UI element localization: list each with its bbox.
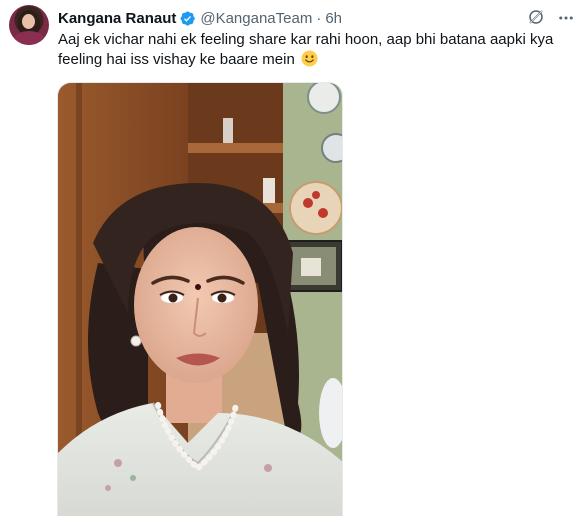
grok-icon[interactable] [527,8,545,26]
tweet-header: Kangana Ranaut @KanganaTeam · 6h [58,8,342,28]
video-frame [58,83,342,516]
more-options-icon[interactable] [556,9,576,27]
verified-badge-icon [180,10,196,26]
avatar[interactable] [9,5,49,45]
timestamp[interactable]: 6h [325,10,342,27]
display-name[interactable]: Kangana Ranaut [58,10,176,27]
slightly-smiling-face-icon [301,50,318,67]
separator-dot: · [316,9,322,27]
tweet: Kangana Ranaut @KanganaTeam · 6h Aaj ek … [0,0,584,516]
user-handle[interactable]: @KanganaTeam [200,10,312,27]
tweet-text: Aaj ek vichar nahi ek feeling share kar … [58,30,573,70]
tweet-video-thumbnail[interactable] [57,82,343,516]
